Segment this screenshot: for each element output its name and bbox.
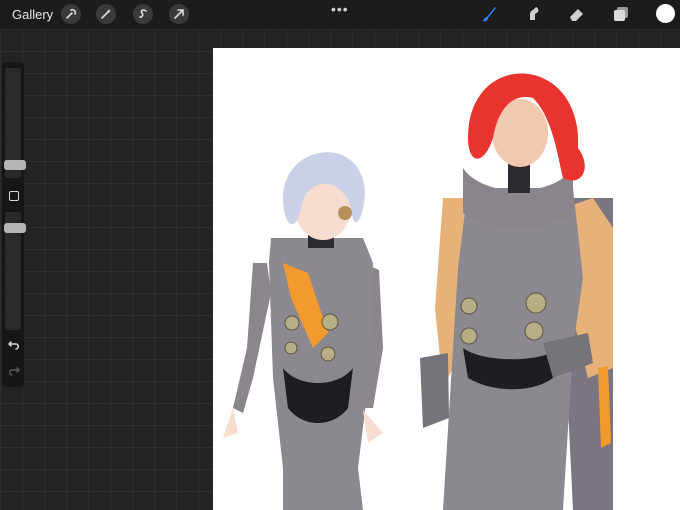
undo-icon[interactable] bbox=[7, 338, 21, 352]
redo-icon[interactable] bbox=[7, 364, 21, 378]
side-toolbar bbox=[2, 62, 26, 387]
square-icon[interactable] bbox=[9, 191, 19, 201]
top-toolbar: Gallery ••• bbox=[0, 0, 680, 29]
more-options-icon[interactable]: ••• bbox=[331, 1, 349, 17]
layers-icon[interactable] bbox=[610, 4, 632, 24]
brush-icon[interactable] bbox=[478, 4, 500, 24]
eraser-icon[interactable] bbox=[566, 4, 588, 24]
gallery-button[interactable]: Gallery bbox=[12, 7, 53, 22]
smudge-icon[interactable] bbox=[522, 4, 544, 24]
magic-wand-icon[interactable] bbox=[96, 4, 116, 24]
selection-icon[interactable] bbox=[133, 4, 153, 24]
character-left bbox=[223, 152, 383, 510]
character-artwork bbox=[223, 73, 613, 510]
character-right bbox=[420, 73, 613, 510]
opacity-thumb[interactable] bbox=[4, 223, 26, 233]
color-picker-swatch[interactable] bbox=[656, 4, 675, 23]
wrench-icon[interactable] bbox=[61, 4, 81, 24]
transform-arrow-icon[interactable] bbox=[169, 4, 189, 24]
brush-size-thumb[interactable] bbox=[4, 160, 26, 170]
drawing-canvas[interactable] bbox=[213, 48, 680, 510]
